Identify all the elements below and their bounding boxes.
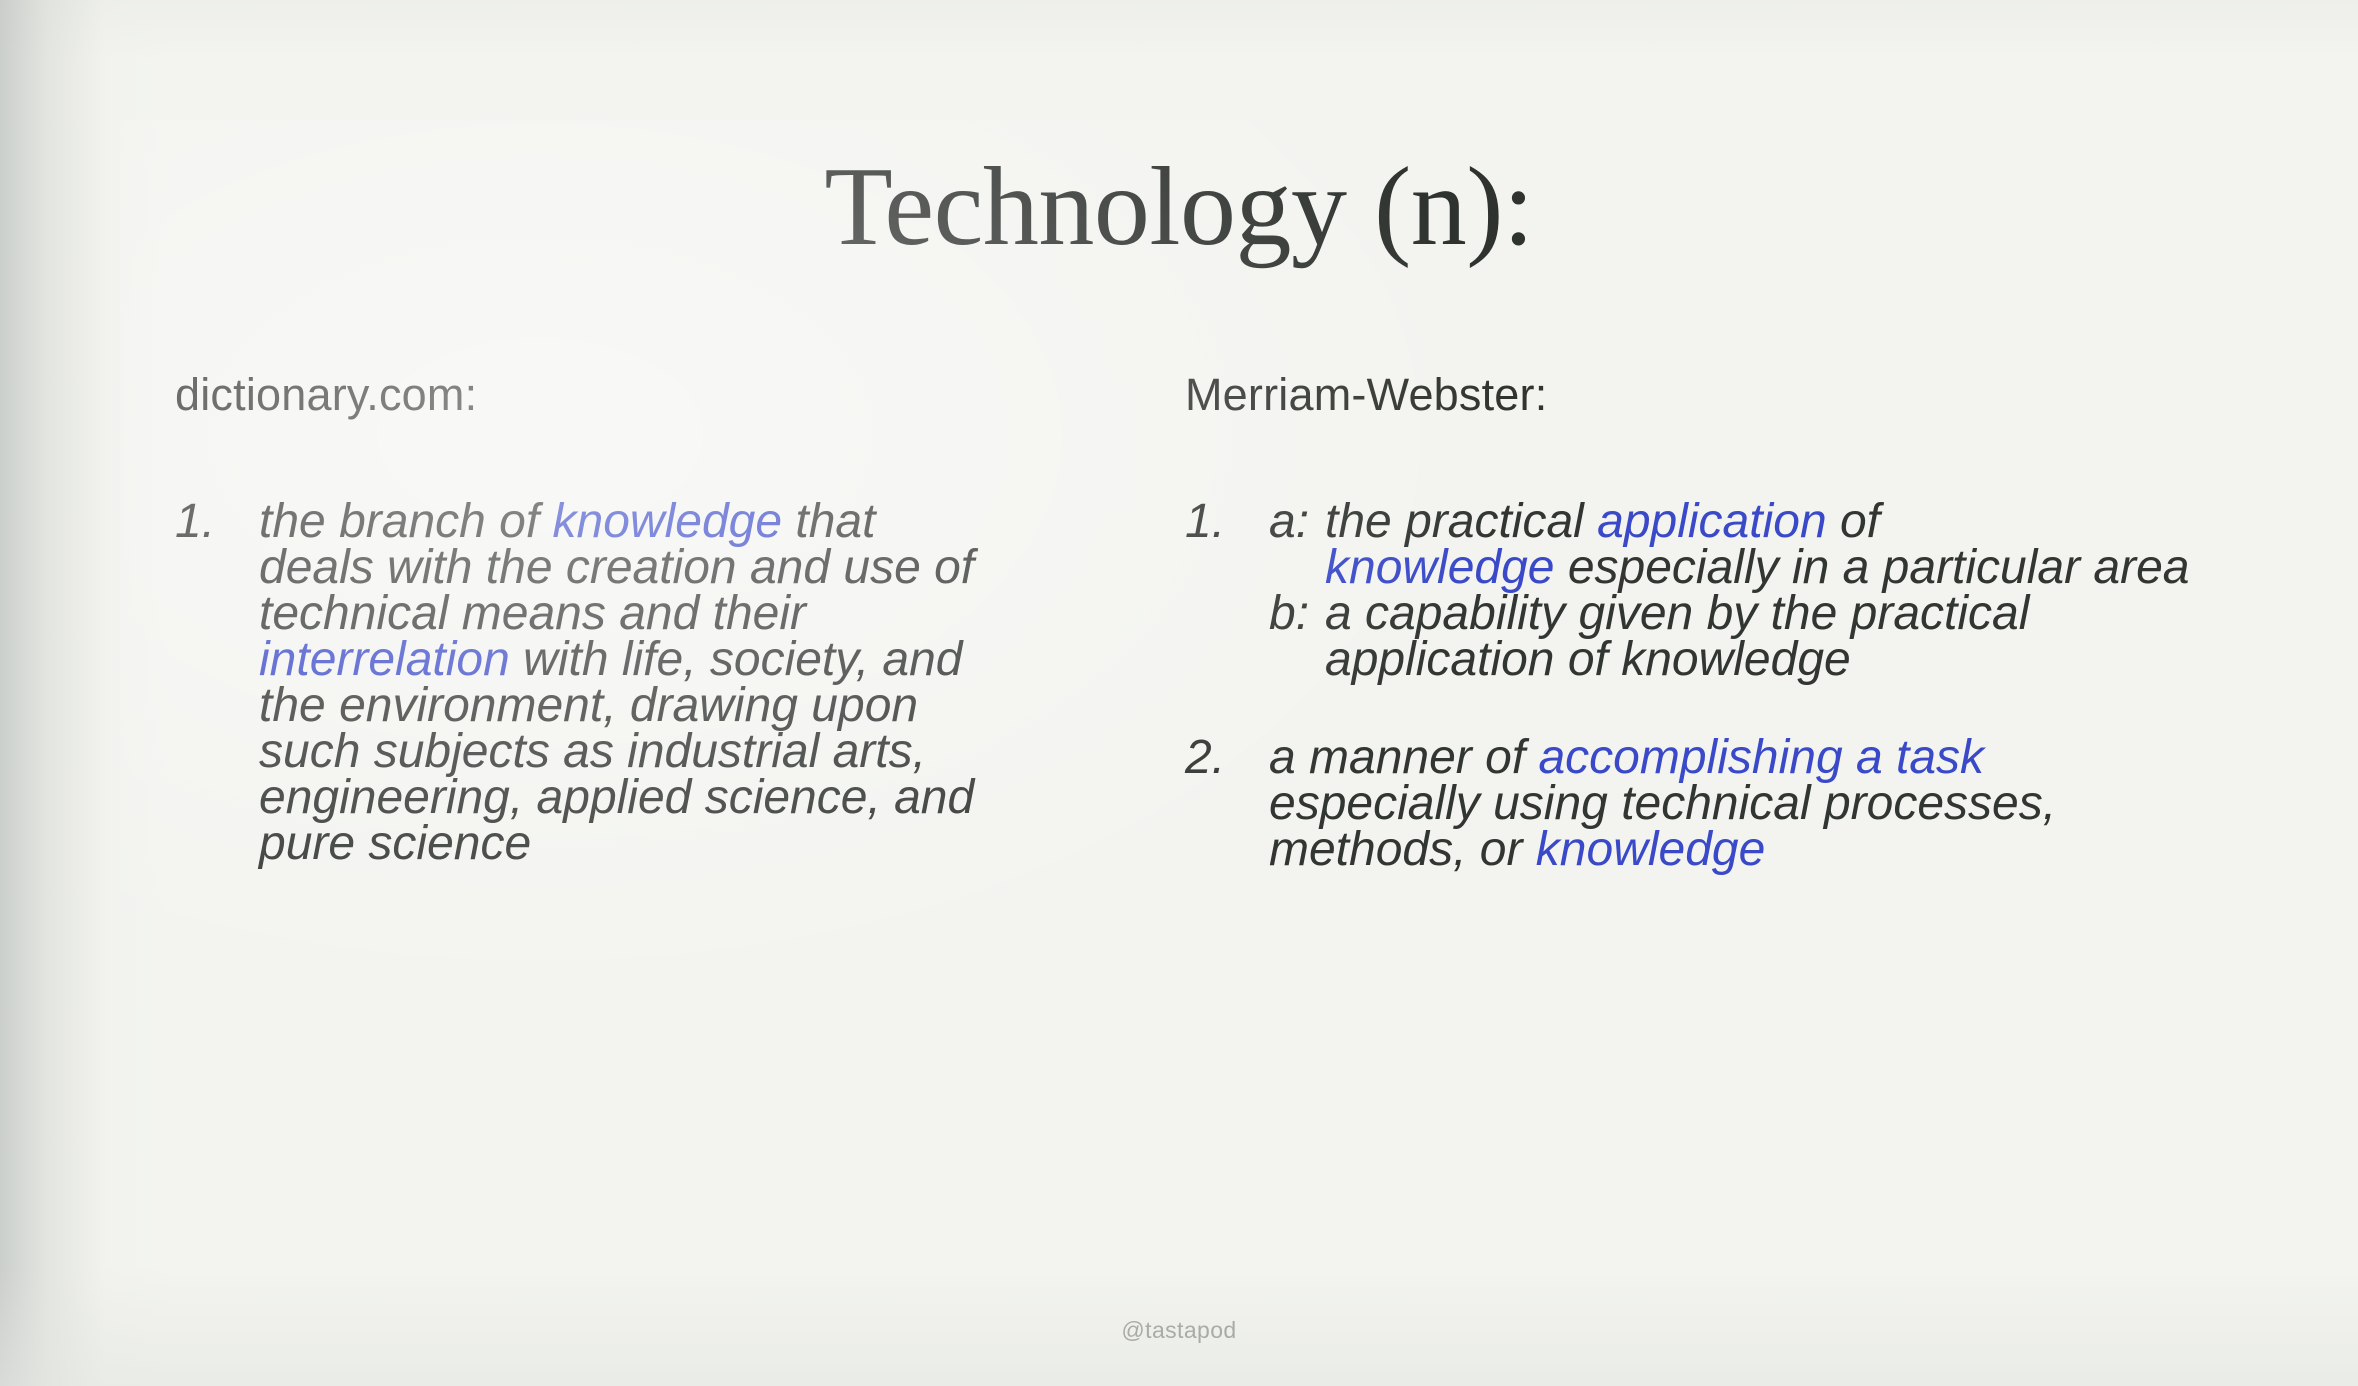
- definition-line: technical means and their: [259, 589, 1115, 637]
- vignette-top: [0, 0, 2358, 60]
- definition-sense-label: b:: [1269, 586, 1310, 640]
- definition-entry: 2. a manner of accomplishing a task especi…: [1185, 730, 2275, 873]
- author-handle: @tastapod: [1121, 1317, 1237, 1343]
- definition-line: especially using technical processes,: [1269, 779, 2275, 827]
- definition-line: knowledge especially in a particular are…: [1269, 543, 2275, 591]
- column-merriam-webster: Merriam-Webster: 1. a: the practical appli…: [1185, 369, 2275, 873]
- definition-line: the environment, drawing upon: [259, 681, 1115, 729]
- definition-body: the branch of knowledge that deals with t…: [175, 497, 1115, 867]
- definition-entry: 1. the branch of knowledge that deals with…: [175, 494, 1115, 867]
- definition-line: methods, or knowledge: [1269, 825, 2275, 873]
- definition-line: such subjects as industrial arts,: [259, 727, 1115, 775]
- definition-text: pure science: [259, 816, 532, 870]
- column-heading-merriam-webster: Merriam-Webster:: [1185, 369, 1548, 420]
- definition-entry: 1. a: the practical application of knowledg…: [1185, 494, 2275, 683]
- slide-canvas: Technology (n): dictionary.com: 1. the br…: [0, 0, 2358, 1386]
- definition-line: pure science: [259, 819, 1115, 867]
- definition-line: b: a capability given by the practical: [1269, 586, 2275, 640]
- highlighted-term: knowledge: [1535, 822, 1766, 876]
- definition-columns: dictionary.com: 1. the branch of knowledg…: [0, 370, 2358, 1190]
- definition-marker: 2.: [1185, 730, 1226, 784]
- definition-marker: 1.: [1185, 494, 1226, 548]
- column-dictionary-com: dictionary.com: 1. the branch of knowledg…: [175, 369, 1115, 867]
- definition-line: a manner of accomplishing a task: [1269, 733, 2275, 781]
- definition-marker: 1.: [175, 494, 216, 548]
- definition-line: a: the practical application of: [1269, 494, 2275, 548]
- definition-line: deals with the creation and use of: [259, 543, 1115, 591]
- definition-text: application of knowledge: [1325, 632, 1851, 686]
- definition-body: a manner of accomplishing a task especial…: [1185, 733, 2275, 873]
- definition-line: engineering, applied science, and: [259, 773, 1115, 821]
- definition-list-dictionary-com: 1. the branch of knowledge that deals with…: [175, 494, 1115, 867]
- slide-title: Technology (n):: [824, 145, 1534, 270]
- definition-body: a: the practical application of knowledge …: [1185, 494, 2275, 683]
- definition-list-merriam-webster: 1. a: the practical application of knowledg…: [1185, 494, 2275, 873]
- definition-sense-label: a:: [1269, 494, 1310, 548]
- definition-line: the branch of knowledge that: [259, 497, 1115, 545]
- definition-line: interrelation with life, society, and: [259, 635, 1115, 683]
- definition-line: application of knowledge: [1269, 635, 2275, 683]
- column-heading-dictionary-com: dictionary.com:: [175, 369, 478, 420]
- definition-text: methods, or: [1269, 822, 1536, 876]
